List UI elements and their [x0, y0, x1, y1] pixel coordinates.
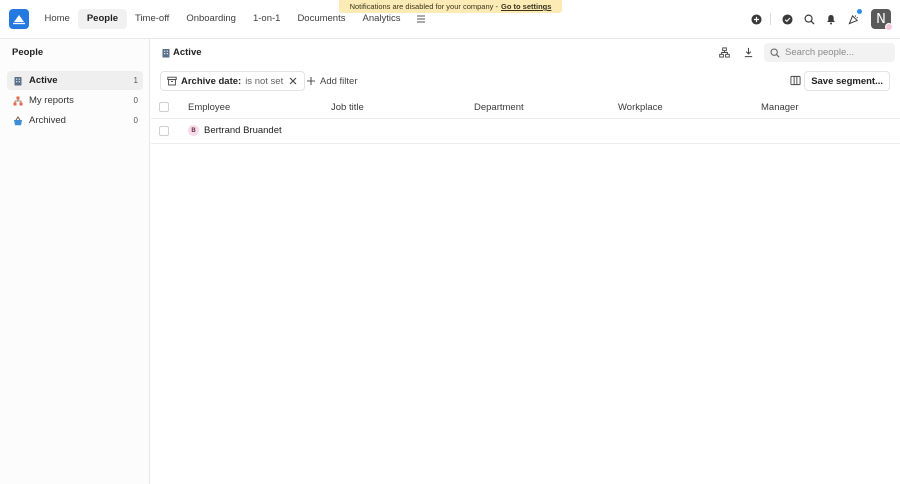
main-actions — [710, 43, 895, 62]
add-icon[interactable] — [746, 9, 766, 29]
column-header-manager[interactable]: Manager — [761, 102, 799, 113]
archive-date-filter-chip[interactable]: Archive date: is not set — [160, 71, 306, 91]
nav-home[interactable]: Home — [36, 9, 78, 29]
page-title: Active — [173, 47, 202, 58]
divider — [770, 13, 771, 25]
top-right-actions: N — [744, 9, 893, 31]
sidebar-item-active[interactable]: Active 1 — [7, 71, 143, 90]
add-filter-button[interactable]: Add filter — [306, 71, 358, 91]
filter-value: is not set — [245, 75, 284, 87]
main-content: Active Archive date: is not set Add filt… — [151, 39, 900, 484]
download-icon[interactable] — [739, 43, 758, 62]
sidebar-item-label: Archived — [29, 115, 66, 126]
column-header-department[interactable]: Department — [474, 102, 524, 113]
user-avatar-initial: N — [876, 11, 886, 27]
nav-1-on-1[interactable]: 1-on-1 — [244, 9, 288, 29]
select-all-checkbox[interactable] — [159, 102, 169, 112]
search-icon[interactable] — [799, 9, 819, 29]
sidebar-title: People — [12, 47, 44, 58]
sidebar-item-count: 0 — [133, 96, 138, 105]
column-header-employee[interactable]: Employee — [188, 102, 230, 113]
app-logo[interactable] — [9, 9, 29, 29]
org-chart-view-icon[interactable] — [715, 43, 734, 62]
column-header-job-title[interactable]: Job title — [331, 102, 364, 113]
sidebar-item-count: 0 — [133, 116, 138, 125]
archive-basket-icon — [13, 115, 23, 126]
save-segment-button[interactable]: Save segment... — [804, 71, 890, 91]
unread-badge — [857, 9, 862, 14]
search-people-input[interactable] — [785, 47, 890, 58]
tasks-check-icon[interactable] — [777, 9, 797, 29]
plus-icon — [306, 76, 316, 86]
add-filter-label: Add filter — [320, 75, 358, 87]
nav-onboarding[interactable]: Onboarding — [178, 9, 245, 29]
nav-time-off[interactable]: Time-off — [127, 9, 178, 29]
org-chart-icon — [13, 96, 23, 106]
archive-box-icon — [167, 76, 177, 86]
breadcrumb: Active — [161, 47, 202, 58]
search-people-box[interactable] — [764, 43, 895, 62]
sidebar-item-label: Active — [29, 75, 58, 86]
table-row[interactable]: B Bertrand Bruandet — [151, 119, 900, 144]
columns-layout-icon[interactable] — [786, 71, 805, 90]
notifications-bell-icon[interactable] — [821, 9, 841, 29]
column-header-workplace[interactable]: Workplace — [618, 102, 663, 113]
remove-filter-close-icon[interactable] — [288, 76, 298, 86]
sidebar-item-my-reports[interactable]: My reports 0 — [7, 91, 143, 110]
go-to-settings-link[interactable]: Go to settings — [501, 2, 551, 11]
whats-new-icon[interactable] — [843, 9, 863, 29]
row-checkbox[interactable] — [159, 126, 169, 136]
sidebar-item-count: 1 — [133, 76, 138, 85]
search-icon — [770, 47, 780, 58]
logo-icon — [13, 15, 25, 25]
table-header: Employee Job title Department Workplace … — [151, 96, 900, 119]
notifications-disabled-banner: Notifications are disabled for your comp… — [339, 0, 562, 13]
user-status-badge — [885, 23, 893, 31]
building-icon — [161, 48, 171, 58]
people-table: Employee Job title Department Workplace … — [151, 96, 900, 144]
employee-avatar: B — [188, 125, 199, 136]
building-icon — [13, 76, 23, 86]
people-sidebar: People Active 1 My reports 0 Archived 0 — [0, 39, 150, 484]
sidebar-item-label: My reports — [29, 95, 74, 106]
employee-name: Bertrand Bruandet — [204, 125, 282, 136]
user-avatar[interactable]: N — [871, 9, 893, 31]
employee-cell[interactable]: B Bertrand Bruandet — [188, 125, 282, 136]
sidebar-item-archived[interactable]: Archived 0 — [7, 111, 143, 130]
nav-people[interactable]: People — [78, 9, 127, 29]
filter-key: Archive date: — [181, 75, 242, 87]
banner-text: Notifications are disabled for your comp… — [349, 2, 498, 11]
